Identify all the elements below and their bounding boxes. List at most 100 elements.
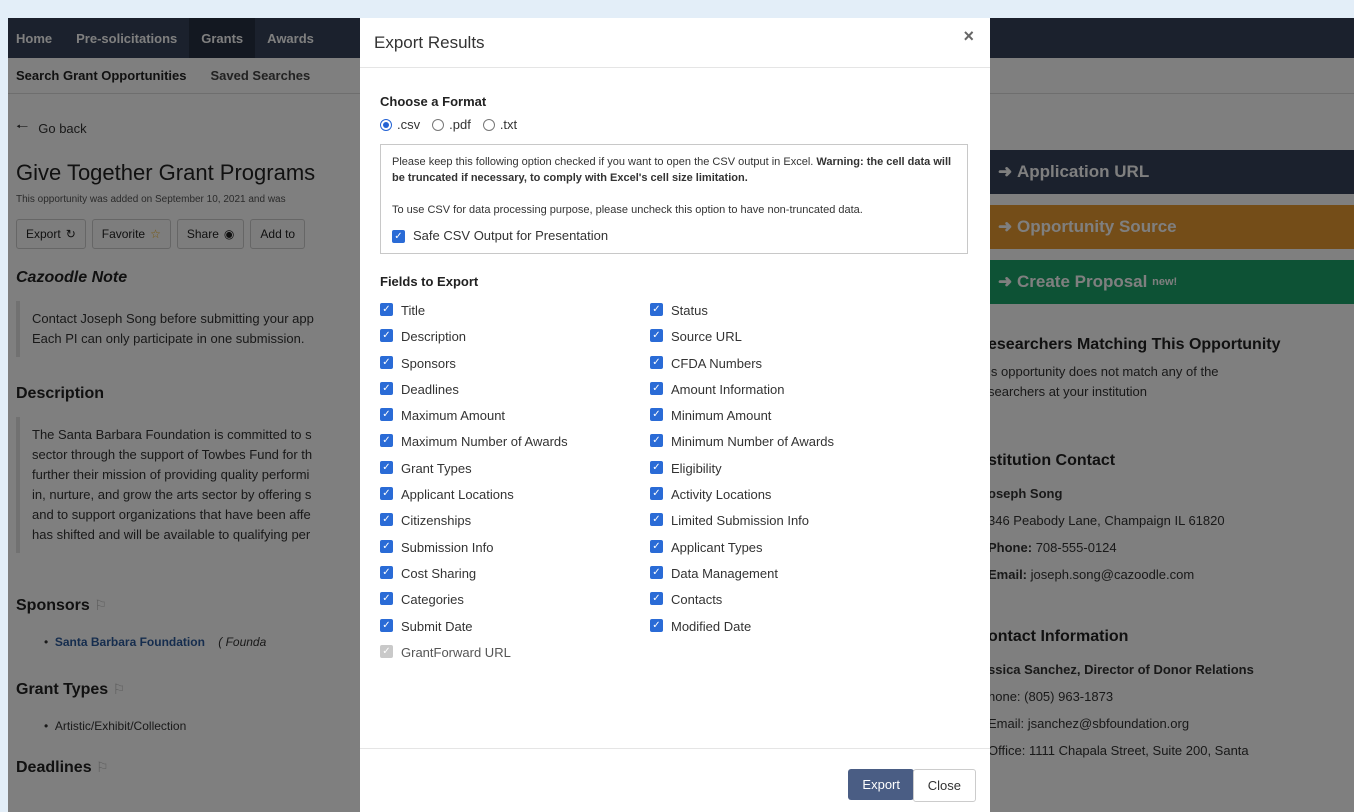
format-heading: Choose a Format [380, 94, 487, 109]
field-limited-submission-info[interactable]: ✓ Limited Submission Info [650, 513, 920, 539]
checkbox-checked-icon[interactable]: ✓ [650, 460, 663, 474]
field-submit-date[interactable]: ✓ Submit Date [380, 618, 650, 645]
field-categories[interactable]: ✓ Categories [380, 592, 650, 618]
format-txt-label: .txt [499, 117, 518, 132]
field-minimum-number-of-awards[interactable]: ✓ Minimum Number of Awards [650, 434, 920, 460]
field-applicant-locations[interactable]: ✓ Applicant Locations [380, 487, 650, 513]
field-submission-info[interactable]: ✓ Submission Info [380, 539, 650, 566]
checkbox-checked-icon[interactable]: ✓ [650, 381, 663, 395]
checkbox-checked-icon[interactable]: ✓ [650, 408, 663, 422]
field-label: Eligibility [671, 460, 722, 476]
field-maximum-number-of-awards[interactable]: ✓ Maximum Number of Awards [380, 434, 650, 460]
field-label: Description [401, 329, 467, 345]
field-label: Citizenships [401, 513, 472, 529]
field-contacts[interactable]: ✓ Contacts [650, 592, 920, 618]
export-submit-button[interactable]: Export [848, 769, 914, 800]
field-label: Applicant Locations [401, 487, 514, 503]
checkbox-checked-icon[interactable]: ✓ [380, 618, 393, 632]
format-txt-radio[interactable]: .txt [482, 117, 518, 132]
checkbox-checked-icon[interactable]: ✓ [650, 592, 663, 606]
app-window: Home Pre-solicitations Grants Awards Sea… [8, 18, 1354, 812]
field-eligibility[interactable]: ✓ Eligibility [650, 460, 920, 487]
checkbox-checked-icon[interactable]: ✓ [380, 408, 393, 422]
field-label: Sponsors [401, 355, 456, 371]
field-title[interactable]: ✓ Title [380, 303, 650, 329]
format-pdf-radio[interactable]: .pdf [432, 117, 471, 132]
field-label: Activity Locations [671, 487, 772, 503]
checkbox-checked-icon[interactable]: ✓ [650, 618, 663, 632]
close-button[interactable]: Close [912, 769, 976, 802]
field-label: Cost Sharing [401, 565, 477, 581]
field-status[interactable]: ✓ Status [650, 303, 920, 329]
checkbox-checked-icon[interactable]: ✓ [392, 229, 405, 243]
safe-csv-label: Safe CSV Output for Presentation [413, 228, 609, 243]
warning-plain: Please keep this following option checke… [392, 156, 814, 168]
field-source-url[interactable]: ✓ Source URL [650, 329, 920, 355]
field-minimum-amount[interactable]: ✓ Minimum Amount [650, 408, 920, 434]
field-label: Submit Date [401, 618, 473, 634]
fields-column-left: ✓ Title ✓ Description ✓ Sponsors ✓ Deadlines… [380, 303, 650, 671]
format-options: .csv .pdf .txt [380, 117, 970, 132]
checkbox-checked-icon[interactable]: ✓ [650, 434, 663, 448]
field-activity-locations[interactable]: ✓ Activity Locations [650, 487, 920, 513]
checkbox-checked-icon[interactable]: ✓ [380, 487, 393, 501]
csv-warning-text: Please keep this following option checke… [392, 154, 956, 186]
checkbox-checked-icon[interactable]: ✓ [650, 487, 663, 501]
format-csv-label: .csv [397, 117, 421, 132]
checkbox-checked-icon[interactable]: ✓ [650, 513, 663, 527]
field-data-management[interactable]: ✓ Data Management [650, 565, 920, 592]
field-amount-information[interactable]: ✓ Amount Information [650, 381, 920, 408]
field-maximum-amount[interactable]: ✓ Maximum Amount [380, 408, 650, 434]
checkbox-checked-icon[interactable]: ✓ [380, 355, 393, 369]
dialog-header: Export Results × [360, 18, 990, 68]
field-label: Limited Submission Info [671, 513, 810, 529]
field-label: Title [401, 303, 426, 318]
export-results-dialog: Export Results × Choose a Format .csv .p… [360, 18, 990, 812]
dialog-footer: Export Close [360, 748, 990, 812]
radio-selected-icon[interactable] [380, 118, 392, 131]
field-label: Grant Types [401, 460, 472, 476]
field-cfda-numbers[interactable]: ✓ CFDA Numbers [650, 355, 920, 382]
checkbox-checked-icon[interactable]: ✓ [380, 381, 393, 395]
checkbox-checked-icon[interactable]: ✓ [380, 460, 393, 474]
field-label: Source URL [671, 329, 742, 345]
field-description[interactable]: ✓ Description [380, 329, 650, 355]
field-grantforward-url: ✓ GrantForward URL [380, 644, 650, 671]
field-grant-types[interactable]: ✓ Grant Types [380, 460, 650, 487]
checkbox-disabled-icon: ✓ [380, 644, 393, 658]
checkbox-checked-icon[interactable]: ✓ [650, 539, 663, 553]
checkbox-checked-icon[interactable]: ✓ [380, 565, 393, 579]
radio-icon[interactable] [432, 118, 445, 131]
close-icon[interactable]: × [963, 26, 974, 47]
field-label: Categories [401, 592, 464, 608]
checkbox-checked-icon[interactable]: ✓ [650, 303, 663, 316]
checkbox-checked-icon[interactable]: ✓ [380, 592, 393, 606]
checkbox-checked-icon[interactable]: ✓ [380, 539, 393, 553]
field-label: Minimum Number of Awards [671, 434, 835, 450]
fields-column-right: ✓ Status ✓ Source URL ✓ CFDA Numbers ✓ Amoun… [650, 303, 920, 671]
checkbox-checked-icon[interactable]: ✓ [380, 303, 393, 316]
checkbox-checked-icon[interactable]: ✓ [380, 329, 393, 343]
safe-csv-checkbox[interactable]: ✓ Safe CSV Output for Presentation [392, 228, 956, 244]
field-applicant-types[interactable]: ✓ Applicant Types [650, 539, 920, 566]
field-label: Modified Date [671, 618, 752, 634]
field-citizenships[interactable]: ✓ Citizenships [380, 513, 650, 539]
format-csv-radio[interactable]: .csv [380, 117, 420, 132]
field-modified-date[interactable]: ✓ Modified Date [650, 618, 920, 645]
checkbox-checked-icon[interactable]: ✓ [380, 513, 393, 527]
field-label: Submission Info [401, 539, 494, 555]
field-sponsors[interactable]: ✓ Sponsors [380, 355, 650, 382]
checkbox-checked-icon[interactable]: ✓ [650, 565, 663, 579]
checkbox-checked-icon[interactable]: ✓ [650, 355, 663, 369]
dialog-title: Export Results [374, 32, 485, 52]
checkbox-checked-icon[interactable]: ✓ [380, 434, 393, 448]
checkbox-checked-icon[interactable]: ✓ [650, 329, 663, 343]
csv-warning-box: Please keep this following option checke… [380, 144, 968, 254]
dialog-body: Choose a Format .csv .pdf .txt Please ke… [360, 94, 990, 671]
field-cost-sharing[interactable]: ✓ Cost Sharing [380, 565, 650, 592]
radio-icon[interactable] [482, 118, 495, 131]
field-label: GrantForward URL [401, 644, 511, 660]
field-label: Maximum Amount [401, 408, 506, 424]
field-deadlines[interactable]: ✓ Deadlines [380, 381, 650, 408]
field-label: Deadlines [401, 381, 459, 397]
